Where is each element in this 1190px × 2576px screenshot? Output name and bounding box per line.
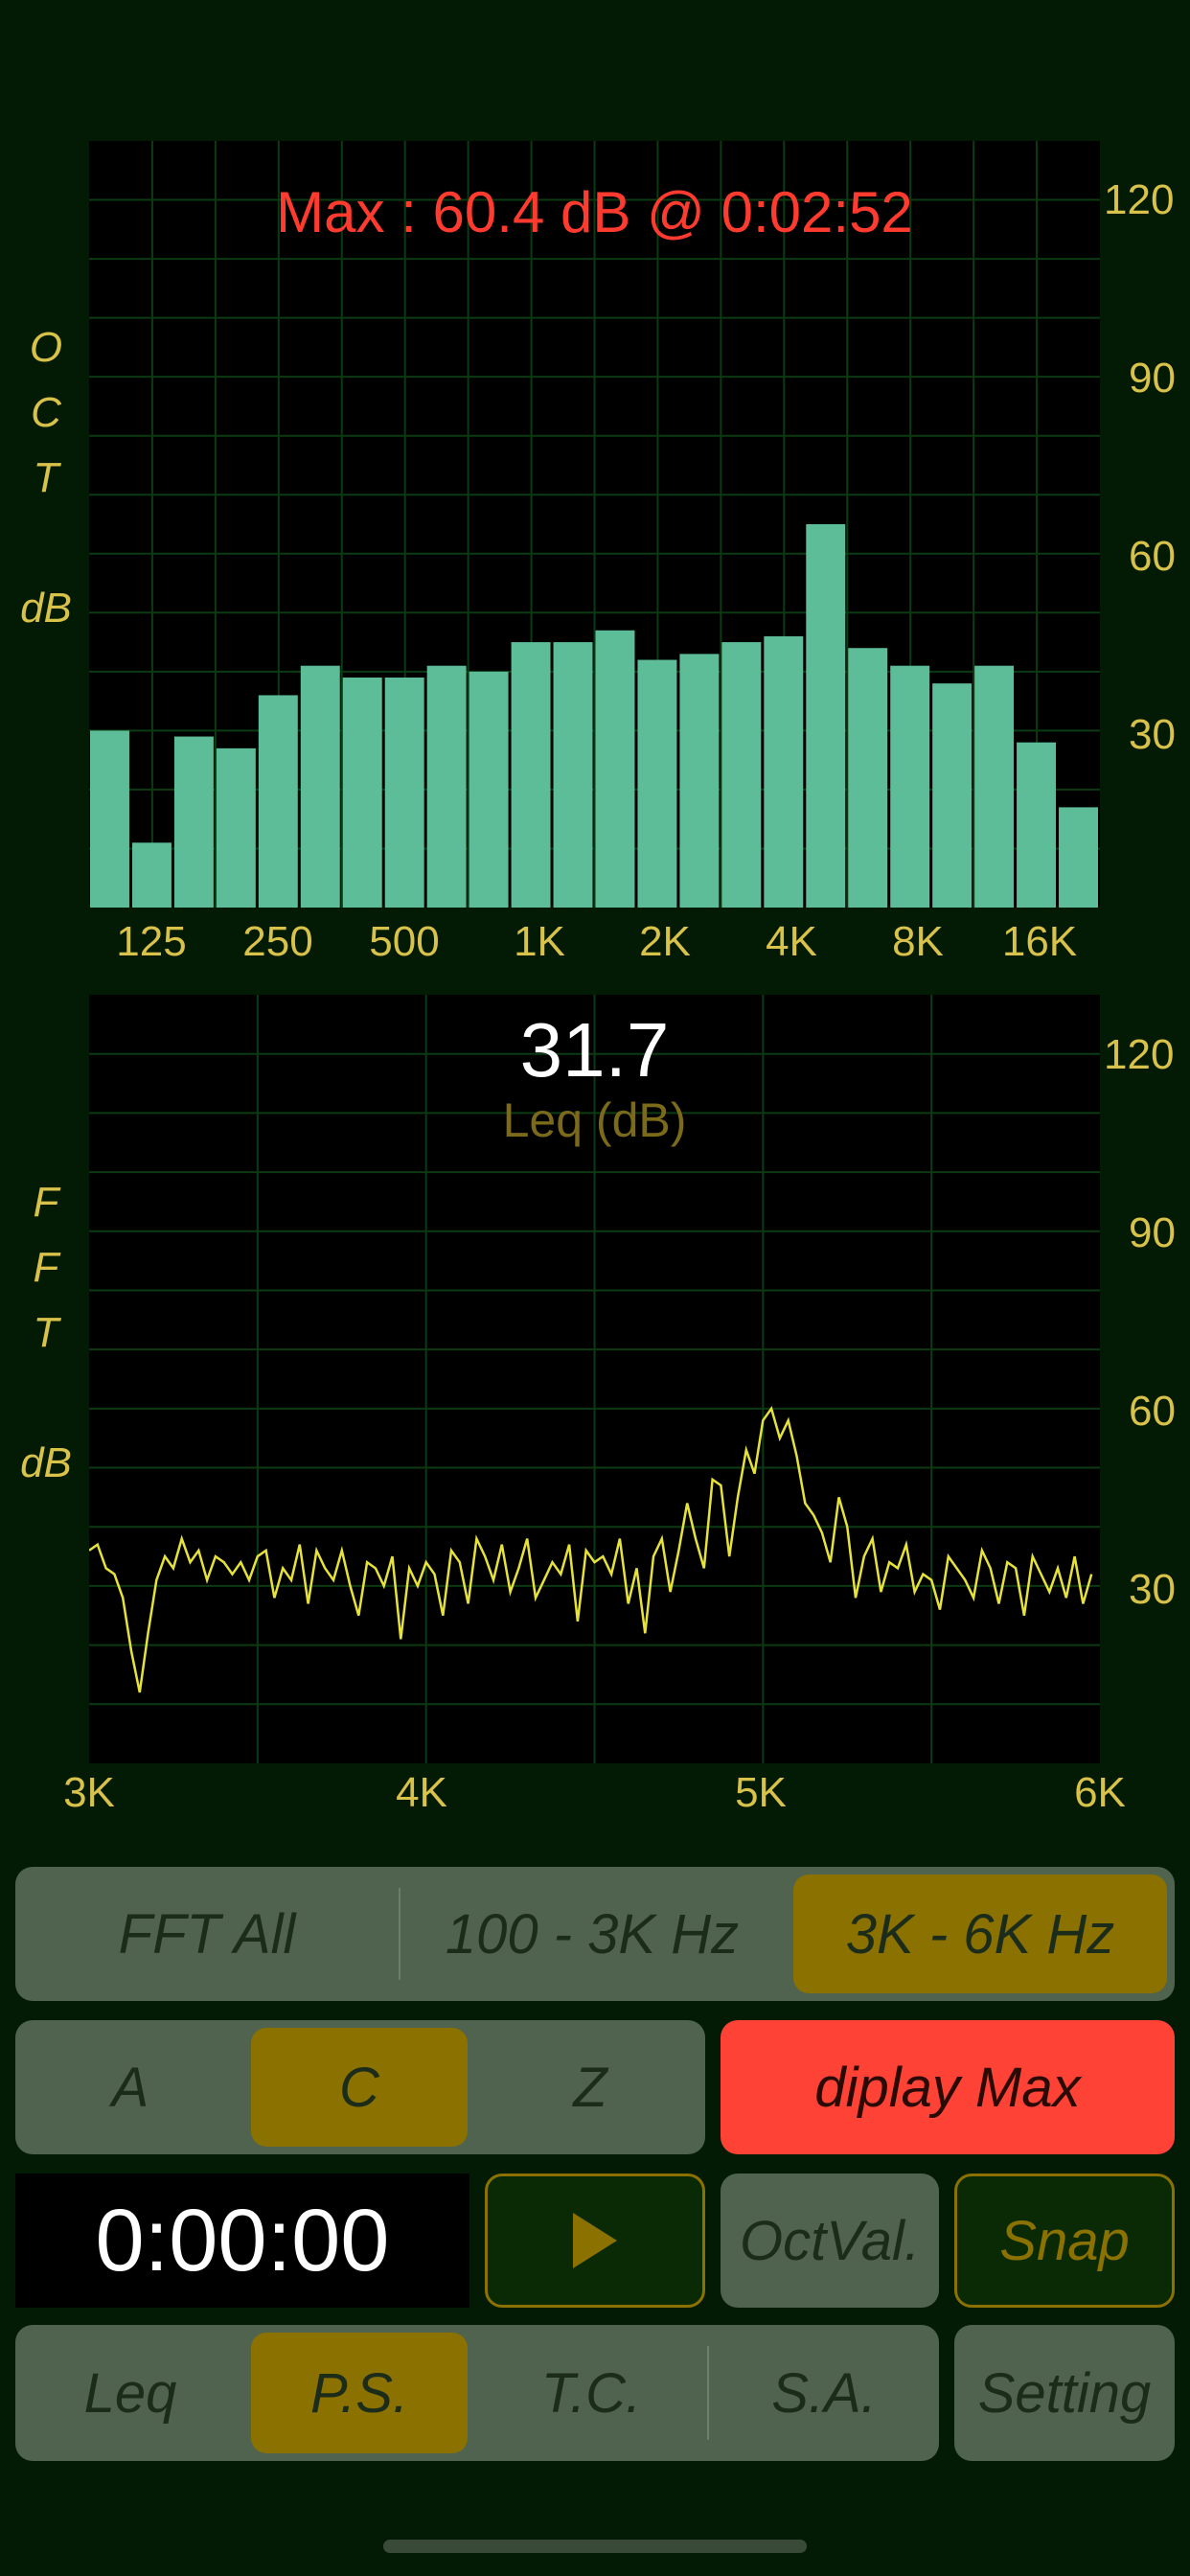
fft-x-tick: 6K [1074,1769,1126,1816]
display-max-button[interactable]: diplay Max [721,2020,1175,2154]
oct-unit-label: dB [20,585,72,632]
filter-100-3k[interactable]: 100 - 3K Hz [400,1867,784,2001]
oct-bar [764,635,804,908]
snap-button[interactable]: Snap [954,2174,1175,2308]
fft-y-tick-60: 60 [1129,1388,1176,1435]
home-indicator[interactable] [383,2540,807,2553]
oct-bar [131,842,172,908]
weighting-z[interactable]: Z [475,2020,705,2154]
oct-bar [90,730,129,908]
fft-x-tick: 5K [735,1769,787,1816]
oct-bar [974,665,1015,908]
mode-sa[interactable]: S.A. [709,2325,939,2461]
filter-range-segment: FFT All 100 - 3K Hz 3K - 6K Hz [15,1867,1175,2001]
oct-x-tick: 125 [116,918,187,965]
fft-side-letter-3: T [33,1309,59,1356]
filter-fft-all[interactable]: FFT All [15,1867,399,2001]
oct-y-tick-30: 30 [1129,711,1176,758]
fft-x-tick: 3K [63,1769,115,1816]
fft-unit-label: dB [20,1439,72,1486]
oct-chart-panel: Max : 60.4 dB @ 0:02:52 [89,141,1100,908]
oct-bar [342,678,382,908]
fft-side-letter-1: F [33,1179,59,1226]
setting-button[interactable]: Setting [954,2325,1175,2461]
leq-value-label: Leq (dB) [502,1093,687,1147]
oct-y-tick-60: 60 [1129,533,1176,580]
oct-bar [1059,807,1098,908]
oct-x-tick: 500 [369,918,440,965]
oct-max-readout: Max : 60.4 dB @ 0:02:52 [276,180,913,244]
fft-chart-panel: 31.7 Leq (dB) [89,995,1100,1763]
oct-bar [426,665,467,908]
oct-x-tick: 4K [766,918,817,965]
fft-y-tick-120: 120 [1104,1031,1175,1078]
oct-bar [469,671,509,908]
oct-bar [300,665,340,908]
oct-bar [553,642,593,908]
oct-bar [679,654,720,908]
fft-side-letter-2: F [33,1244,59,1291]
mode-ps[interactable]: P.S. [251,2333,468,2453]
weighting-c[interactable]: C [251,2028,468,2147]
mode-leq[interactable]: Leq [15,2325,245,2461]
play-icon [573,2213,617,2268]
oct-x-tick: 8K [892,918,944,965]
oct-x-tick: 1K [514,918,565,965]
weighting-segment: A C Z [15,2020,705,2154]
oct-bar [258,695,298,908]
fft-spectrum-line [89,1405,1093,1693]
oct-bar-chart [89,141,1100,908]
oct-bar [890,665,930,908]
fft-y-tick-90: 90 [1129,1209,1176,1256]
oct-x-tick: 16K [1001,918,1078,965]
oct-bar [384,678,424,908]
oct-bar [848,648,888,908]
oct-bar [173,736,214,908]
leq-value: 31.7 [519,1007,670,1092]
play-button[interactable] [485,2174,705,2308]
oct-bar [806,524,846,908]
oct-y-tick-90: 90 [1129,355,1176,402]
oct-bar [511,642,551,908]
fft-y-tick-30: 30 [1129,1566,1176,1613]
elapsed-timer: 0:00:00 [15,2174,469,2308]
octval-button[interactable]: OctVal. [721,2174,939,2308]
oct-y-tick-120: 120 [1104,176,1175,223]
oct-bar [1017,742,1057,908]
oct-bar [932,683,973,908]
oct-bar [721,642,762,908]
mode-segment: Leq P.S. T.C. S.A. [15,2325,939,2461]
oct-x-tick: 2K [639,918,691,965]
oct-side-letter-2: C [31,389,61,436]
oct-bar [216,748,256,908]
oct-x-tick: 250 [242,918,313,965]
oct-bar [637,659,677,908]
filter-3k-6k[interactable]: 3K - 6K Hz [793,1874,1167,1993]
oct-side-letter-3: T [33,454,59,501]
oct-bar [595,630,635,908]
fft-x-tick: 4K [396,1769,447,1816]
weighting-a[interactable]: A [15,2020,245,2154]
mode-tc[interactable]: T.C. [475,2325,707,2461]
oct-side-letter-1: O [29,324,63,371]
